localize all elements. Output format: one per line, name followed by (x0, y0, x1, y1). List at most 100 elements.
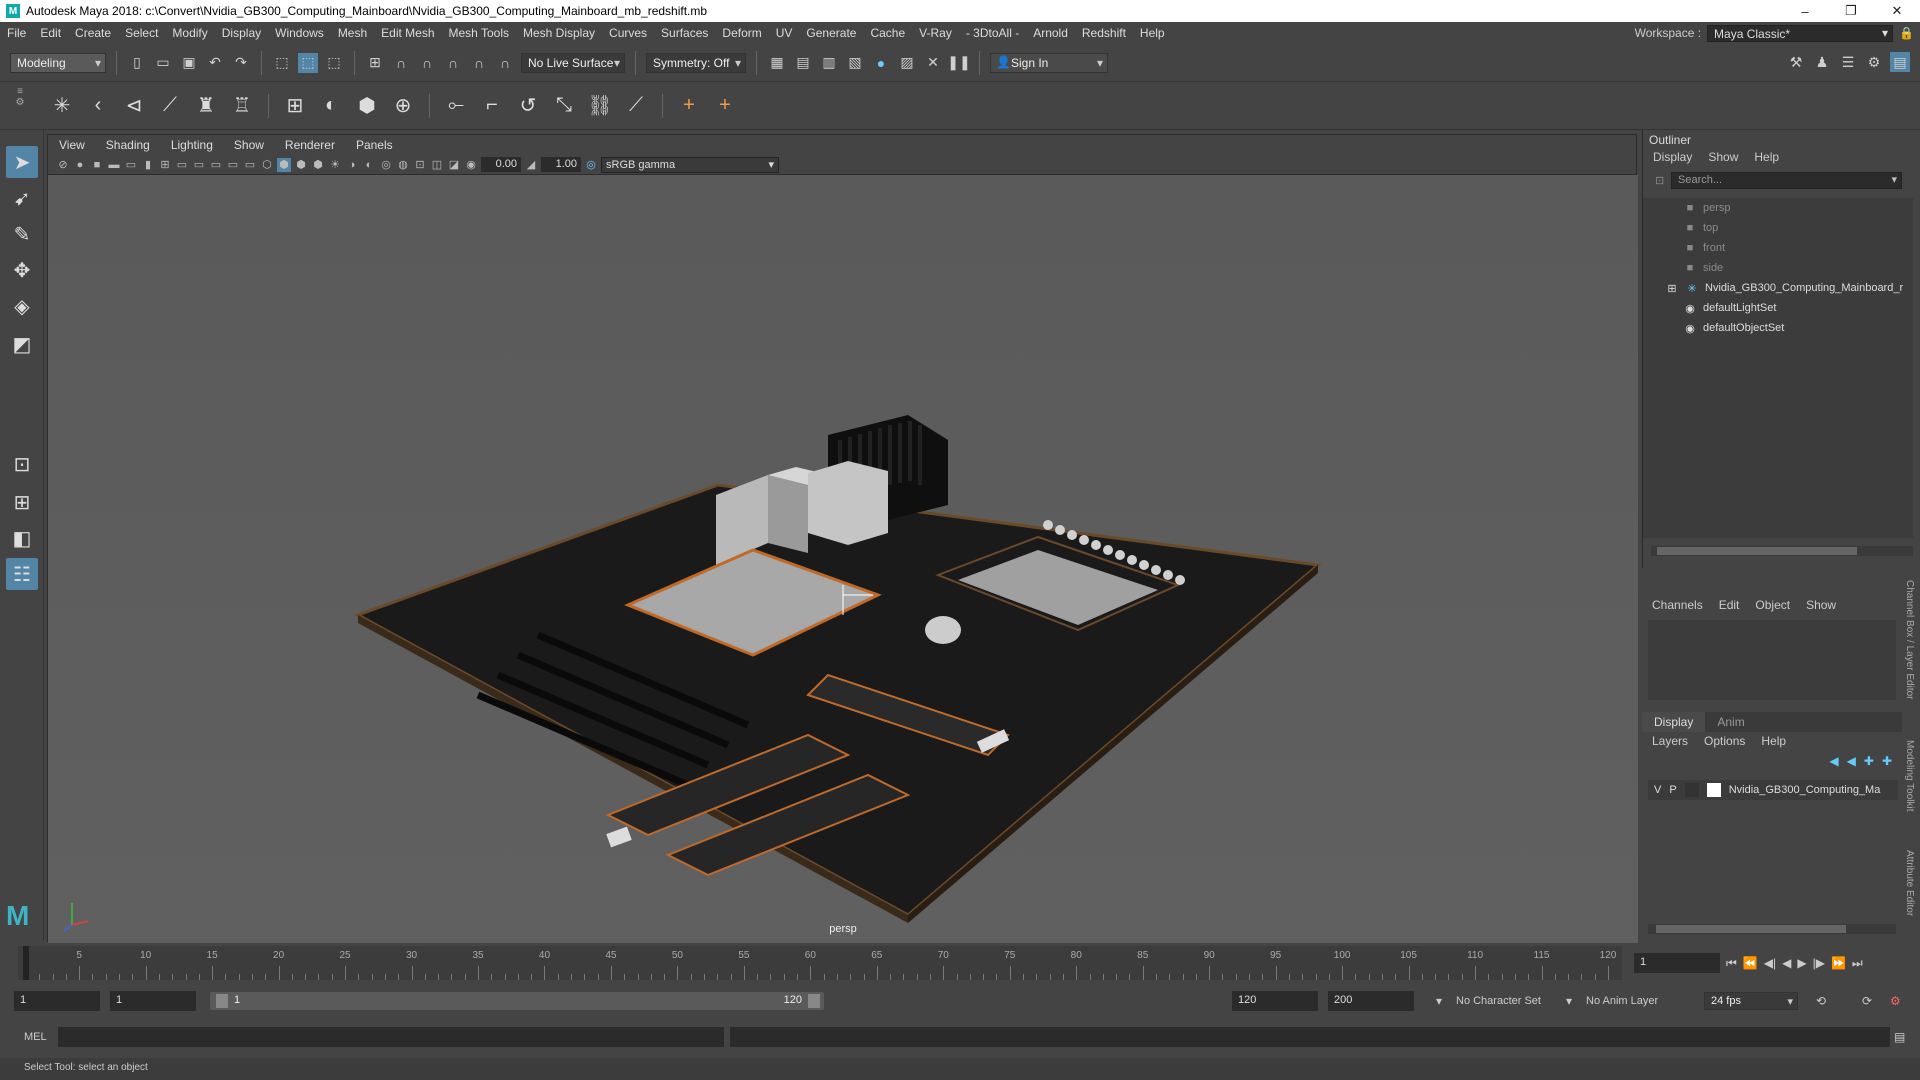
go-to-end-icon[interactable]: ⏭ (1852, 956, 1863, 971)
smooth-shade-icon[interactable]: ⬢ (277, 157, 291, 172)
pause-icon[interactable]: ❚❚ (947, 53, 970, 73)
menu-vray[interactable]: V-Ray (912, 26, 959, 40)
side-tab-modeling-toolkit[interactable]: Modeling Toolkit (1904, 740, 1915, 812)
humanik-icon[interactable]: ♖ (228, 92, 256, 120)
gamma-field[interactable]: 1.00 (541, 157, 581, 172)
fps-dropdown[interactable]: 24 fps (1704, 992, 1798, 1010)
time-slider[interactable]: 1510152025303540455055606570758085909510… (18, 946, 1622, 980)
move-layer-up-icon[interactable]: ◀ (1829, 754, 1838, 768)
menu-curves[interactable]: Curves (602, 26, 654, 40)
hypershade-icon[interactable]: ● (871, 53, 891, 73)
joint-tool-icon[interactable]: ✳ (48, 92, 76, 120)
viewport-menu-show[interactable]: Show (223, 138, 274, 152)
new-scene-icon[interactable]: ▯ (127, 53, 147, 73)
aim-constraint-icon[interactable]: ⌐ (478, 92, 506, 120)
step-forward-key-icon[interactable]: ⏩ (1831, 956, 1846, 970)
resolution-gate-icon[interactable]: ▭ (192, 158, 206, 172)
light-editor-icon[interactable]: ✕ (923, 53, 943, 73)
select-hierarchy-icon[interactable]: ⬚ (272, 53, 292, 73)
outliner-item[interactable]: ◉ defaultObjectSet (1643, 318, 1913, 338)
menu-redshift[interactable]: Redshift (1075, 26, 1133, 40)
wireframe-icon[interactable]: ⬡ (260, 158, 274, 172)
grid-icon[interactable]: ⊞ (158, 158, 172, 172)
minimize-button[interactable]: – (1782, 0, 1828, 22)
paint-select-icon[interactable]: ✎ (6, 218, 38, 250)
persp-outliner-icon[interactable]: ◧ (6, 522, 38, 554)
preferences-icon[interactable]: ⚙ (1890, 994, 1901, 1008)
command-input[interactable] (58, 1027, 724, 1047)
point-constraint-icon[interactable]: ⟜ (442, 92, 470, 120)
outliner-item[interactable]: ■ persp (1643, 198, 1913, 218)
auto-key-icon[interactable]: ⟳ (1862, 994, 1872, 1008)
image-plane-icon[interactable]: ▬ (107, 158, 121, 172)
lattice-icon[interactable]: ⊞ (281, 92, 309, 120)
menu-mesh-tools[interactable]: Mesh Tools (442, 26, 516, 40)
2d-pan-icon[interactable]: ▭ (124, 158, 138, 172)
maximize-button[interactable]: ❐ (1828, 0, 1874, 22)
snap-curve-icon[interactable]: ∩ (391, 53, 411, 73)
outliner-hscrollbar[interactable] (1651, 546, 1913, 556)
outliner-item[interactable]: ■ front (1643, 238, 1913, 258)
cluster-handle-icon[interactable]: + (711, 92, 739, 120)
ik-handle-icon[interactable]: ‹ (84, 92, 112, 120)
menu-deform[interactable]: Deform (715, 26, 768, 40)
wrap-icon[interactable]: ⬢ (353, 92, 381, 120)
outliner-menu-show[interactable]: Show (1708, 150, 1738, 168)
command-language-label[interactable]: MEL (24, 1031, 47, 1043)
menu-display[interactable]: Display (215, 26, 268, 40)
snap-point-icon[interactable]: ∩ (417, 53, 437, 73)
current-frame-field[interactable]: 1 (1634, 953, 1720, 973)
menu-edit-mesh[interactable]: Edit Mesh (374, 26, 441, 40)
menu-3dtoall[interactable]: - 3DtoAll - (959, 26, 1026, 40)
attribute-editor-icon[interactable]: ☰ (1838, 52, 1858, 72)
time-ruler[interactable]: 1510152025303540455055606570758085909510… (18, 946, 1622, 980)
layout-icon[interactable]: ☷ (6, 558, 38, 590)
undo-icon[interactable]: ↶ (205, 53, 225, 73)
scale-constraint-icon[interactable]: ⤡ (550, 92, 578, 120)
menu-file[interactable]: File (0, 26, 33, 40)
color-management-icon[interactable]: ◎ (584, 158, 598, 172)
side-tab-attribute-editor[interactable]: Attribute Editor (1904, 850, 1915, 916)
screen-space-ao-icon[interactable]: ◐ (362, 158, 376, 172)
anim-layer-icon[interactable]: ▾ (1566, 994, 1572, 1008)
character-set-dropdown[interactable]: No Character Set (1456, 995, 1541, 1007)
open-scene-icon[interactable]: ▭ (153, 53, 173, 73)
workspace-dropdown[interactable]: Maya Classic* (1707, 24, 1894, 42)
range-end-handle[interactable] (808, 994, 820, 1008)
step-back-key-icon[interactable]: ⏪ (1743, 956, 1758, 970)
layer-menu-layers[interactable]: Layers (1652, 734, 1688, 750)
select-tool-icon[interactable]: ➤ (6, 146, 38, 178)
viewport-menu-renderer[interactable]: Renderer (274, 138, 345, 152)
ik-spline-icon[interactable]: ⊲ (120, 92, 148, 120)
grease-pencil-icon[interactable]: ▮ (141, 158, 155, 172)
close-button[interactable]: ✕ (1874, 0, 1920, 22)
shelf-menu-icon[interactable]: ≡ ⚙ (12, 86, 28, 126)
menu-uv[interactable]: UV (769, 26, 800, 40)
end-time-field[interactable]: 200 (1328, 991, 1414, 1011)
current-time-indicator[interactable] (23, 946, 29, 980)
snap-surface-icon[interactable]: ∩ (469, 53, 489, 73)
modeling-toolkit-icon[interactable]: ⚒ (1786, 52, 1806, 72)
xray-icon[interactable]: ◫ (430, 158, 444, 172)
viewport-menu-lighting[interactable]: Lighting (160, 138, 223, 152)
motion-blur-icon[interactable]: ◎ (379, 158, 393, 172)
parent-constraint-icon[interactable]: ⛓ (586, 92, 614, 120)
layer-display-type[interactable] (1684, 783, 1699, 797)
range-slider[interactable]: 1 120 (210, 992, 824, 1010)
snap-live-icon[interactable]: ∩ (495, 53, 515, 73)
locator-icon[interactable]: + (675, 92, 703, 120)
bookmark-icon[interactable]: ■ (90, 158, 104, 172)
outliner-menu-help[interactable]: Help (1754, 150, 1779, 168)
menu-surfaces[interactable]: Surfaces (654, 26, 715, 40)
move-layer-down-icon[interactable]: ◀ (1847, 754, 1856, 768)
outliner-item[interactable]: ■ top (1643, 218, 1913, 238)
menu-select[interactable]: Select (118, 26, 165, 40)
channel-menu-show[interactable]: Show (1806, 598, 1836, 616)
xray-joints-icon[interactable]: ◪ (447, 158, 461, 172)
layer-visibility-toggle[interactable]: V (1648, 784, 1661, 796)
outliner-item[interactable]: ■ side (1643, 258, 1913, 278)
ipr-render-icon[interactable]: ▥ (819, 53, 839, 73)
field-chart-icon[interactable]: ▭ (226, 158, 240, 172)
sign-in-button[interactable]: 👤 Sign In (990, 52, 1108, 73)
shadows-icon[interactable]: ◑ (345, 158, 359, 172)
